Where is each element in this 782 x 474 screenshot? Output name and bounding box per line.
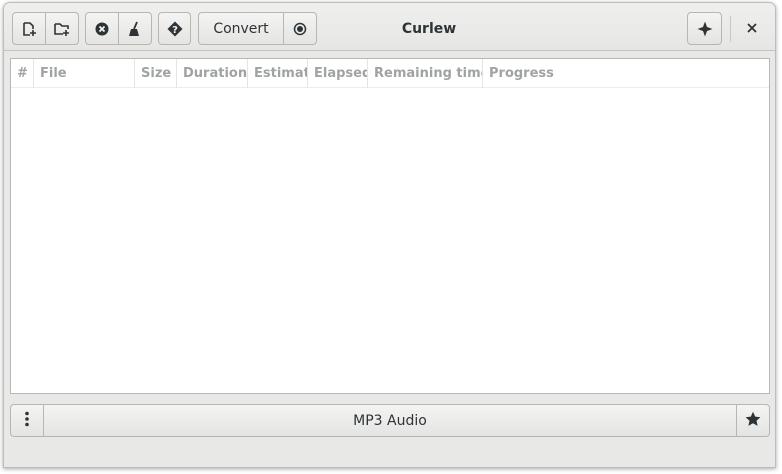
- app-menu-button[interactable]: [687, 12, 722, 45]
- column-number[interactable]: #: [11, 59, 34, 88]
- add-folder-button[interactable]: [46, 12, 79, 45]
- column-duration[interactable]: Duration: [177, 59, 248, 88]
- add-folder-icon: [53, 21, 71, 37]
- menu-star-icon: [697, 21, 713, 37]
- column-elapsed[interactable]: Elapsed: [308, 59, 368, 88]
- bottom-bar: MP3 Audio: [10, 404, 770, 437]
- convert-button[interactable]: Convert: [198, 12, 284, 45]
- file-list[interactable]: # File Size Duration Estimate Elapsed Re…: [10, 58, 770, 394]
- column-estimate[interactable]: Estimate: [248, 59, 308, 88]
- add-file-button[interactable]: [12, 12, 46, 45]
- favorite-button[interactable]: [737, 404, 770, 437]
- column-progress[interactable]: Progress: [483, 59, 769, 88]
- format-preset-button[interactable]: MP3 Audio: [44, 404, 737, 437]
- info-button[interactable]: ?: [158, 12, 191, 45]
- convert-label: Convert: [213, 20, 269, 37]
- options-menu-button[interactable]: [10, 404, 44, 437]
- remove-icon: [95, 22, 109, 36]
- svg-text:?: ?: [172, 25, 178, 36]
- header-separator: [730, 16, 731, 42]
- clear-button[interactable]: [119, 12, 152, 45]
- close-icon: [747, 21, 757, 37]
- window-title: Curlew: [401, 20, 457, 37]
- app-window: ? Convert Curlew # File Size Duration Es…: [3, 2, 776, 468]
- info-icon: ?: [167, 21, 183, 37]
- close-button[interactable]: [737, 12, 767, 45]
- header-bar: ? Convert Curlew: [4, 3, 775, 51]
- column-remaining-time[interactable]: Remaining time: [368, 59, 483, 88]
- star-icon: [745, 411, 761, 431]
- stop-button[interactable]: [284, 12, 317, 45]
- column-size[interactable]: Size: [135, 59, 177, 88]
- remove-button[interactable]: [85, 12, 119, 45]
- column-file[interactable]: File: [34, 59, 135, 88]
- format-preset-label: MP3 Audio: [353, 412, 427, 429]
- add-file-icon: [21, 21, 37, 37]
- vertical-dots-icon: [25, 411, 29, 431]
- stop-icon: [293, 22, 307, 36]
- list-header: # File Size Duration Estimate Elapsed Re…: [11, 59, 769, 88]
- clear-icon: [128, 21, 142, 37]
